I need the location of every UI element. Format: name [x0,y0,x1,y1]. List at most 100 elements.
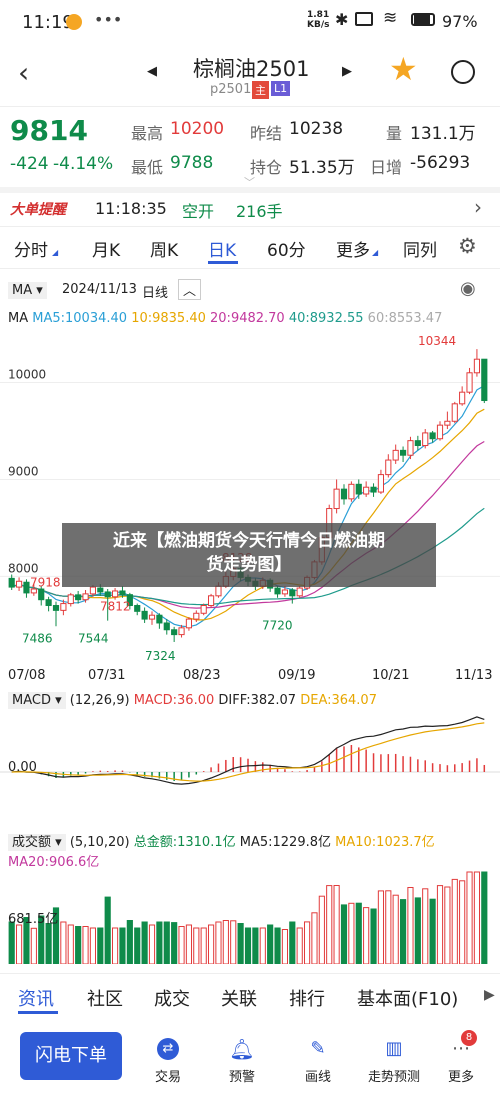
candle-body [348,483,355,500]
candlestick-chart[interactable]: 1000090008000103447918781274867544732481… [0,328,500,663]
volume-bar [15,924,23,964]
volume-bar [75,926,82,964]
candle-body [185,618,193,629]
tab-intraday[interactable]: 分时 [14,236,48,261]
price-annotation: 10344 [418,334,456,348]
volume-bar [104,896,111,964]
candle-body [178,627,185,636]
volume-label: 量 [386,124,403,143]
volume-bar [318,895,325,964]
volume-bar [45,923,52,964]
x-tick: 09/19 [278,668,316,683]
volume-chart [8,871,488,964]
weibo-icon [66,14,82,30]
candle-body [134,605,141,612]
tab-trades[interactable]: 成交 [154,985,190,1011]
diff-line [11,716,485,785]
x-tick: 10/21 [372,668,410,683]
dock-alert[interactable]: 🔔︎ 预警 [222,1038,262,1085]
page-title: 棕榈油2501 [193,57,310,81]
collapse-icon[interactable]: ︿ [178,279,202,300]
tab-weekly[interactable]: 周K [150,236,178,261]
price-annotation: 7812 [100,600,131,614]
dock-forecast[interactable]: ▥ 走势预测 [362,1038,426,1085]
search-icon[interactable] [451,60,475,84]
volume-bar [429,898,436,964]
volume-bar [119,927,126,964]
ma-label: MA [8,311,29,326]
candle-body [422,432,429,447]
tab-community[interactable]: 社区 [87,985,123,1011]
quick-order-button[interactable]: 闪电下单 [20,1032,122,1080]
open-interest-value: 51.35万 [289,158,355,178]
main-badge: 主 [252,81,269,99]
candle-body [385,459,392,476]
tab-list[interactable]: 同列 [403,236,437,261]
volume-bar [215,921,222,964]
candle-body [363,486,370,495]
header: ‹ ◀ 棕榈油2501 p2501 主 L1 ▶ ★ [0,44,500,106]
ticker-time: 11:18:35 [95,199,167,218]
volume-bar [185,924,193,964]
volume-total: 总金额:1310.1亿 [133,835,236,850]
ma5-line [11,385,485,628]
dock-trade[interactable]: ⇄ 交易 [148,1038,188,1085]
volume-bar [459,880,466,964]
tab-news[interactable]: 资讯 [18,985,54,1011]
candle-body [451,403,458,422]
volume-bar [207,924,215,964]
candle-body [171,629,178,636]
volume-bar [82,926,89,964]
tab-related[interactable]: 关联 [221,985,257,1011]
candle-body [60,603,67,611]
settings-gear-icon[interactable]: ⚙ [458,234,477,258]
dock-more[interactable]: ⋯ 更多 8 [441,1030,481,1085]
x-tick: 11/13 [455,668,493,683]
kline-chart-area[interactable]: MA ▾ 2024/11/13 日线 ︿ ◉ MA MA5:10034.40 1… [0,270,500,970]
candle-body [97,587,104,593]
indicator-select[interactable]: MA ▾ [8,282,47,299]
next-contract-icon[interactable]: ▶ [342,64,352,79]
low-label: 最低 [131,158,164,177]
volume-bar [355,902,362,964]
tab-more[interactable]: 更多 [336,236,370,261]
tab-60min[interactable]: 60分 [267,236,306,261]
favorite-star-icon[interactable]: ★ [389,53,418,85]
volume-bar [303,921,311,964]
scroll-right-icon[interactable]: ▶ [484,987,495,1003]
big-order-ticker[interactable]: 大单提醒 11:18:35 空开 216手 › [0,193,500,225]
volume-select[interactable]: 成交额 ▾ [8,834,66,851]
volume-bar [444,886,451,964]
volume-bar [97,927,104,964]
candle-body [407,440,414,456]
volume-bar [392,894,399,964]
volume-bar [473,871,481,964]
candle-body [141,610,148,620]
candle-body [274,587,281,595]
tab-fundamentals[interactable]: 基本面(F10) [357,985,458,1011]
tab-monthly[interactable]: 月K [92,236,120,261]
candle-body [399,449,407,456]
ticker-size: 216手 [236,202,283,221]
bell-icon: 🔔︎ [229,1037,255,1061]
x-axis: 07/08 07/31 08/23 09/19 10/21 11/13 [0,668,500,686]
wifi-icon: ≋ [383,8,398,28]
tab-ranking[interactable]: 排行 [289,985,325,1011]
volume-bar [67,924,74,964]
tab-daily[interactable]: 日K [208,236,236,261]
price-annotation: 7544 [78,632,109,646]
volume-bar [259,927,266,964]
volume-bar [436,885,444,964]
candle-body [30,588,37,594]
volume-tick: 681.5亿 [8,912,59,927]
volume-bar [399,899,407,964]
active-tab-indicator [208,261,238,264]
prev-contract-icon[interactable]: ◀ [147,64,157,79]
back-icon[interactable]: ‹ [18,56,29,89]
dock-draw[interactable]: ✎ 画线 [298,1038,338,1085]
eye-icon[interactable]: ◉ [460,278,476,299]
y-tick-label: 9000 [8,464,39,478]
macd-params: (12,26,9) [69,693,130,708]
x-tick: 07/31 [88,668,126,683]
macd-select[interactable]: MACD ▾ [8,692,66,709]
